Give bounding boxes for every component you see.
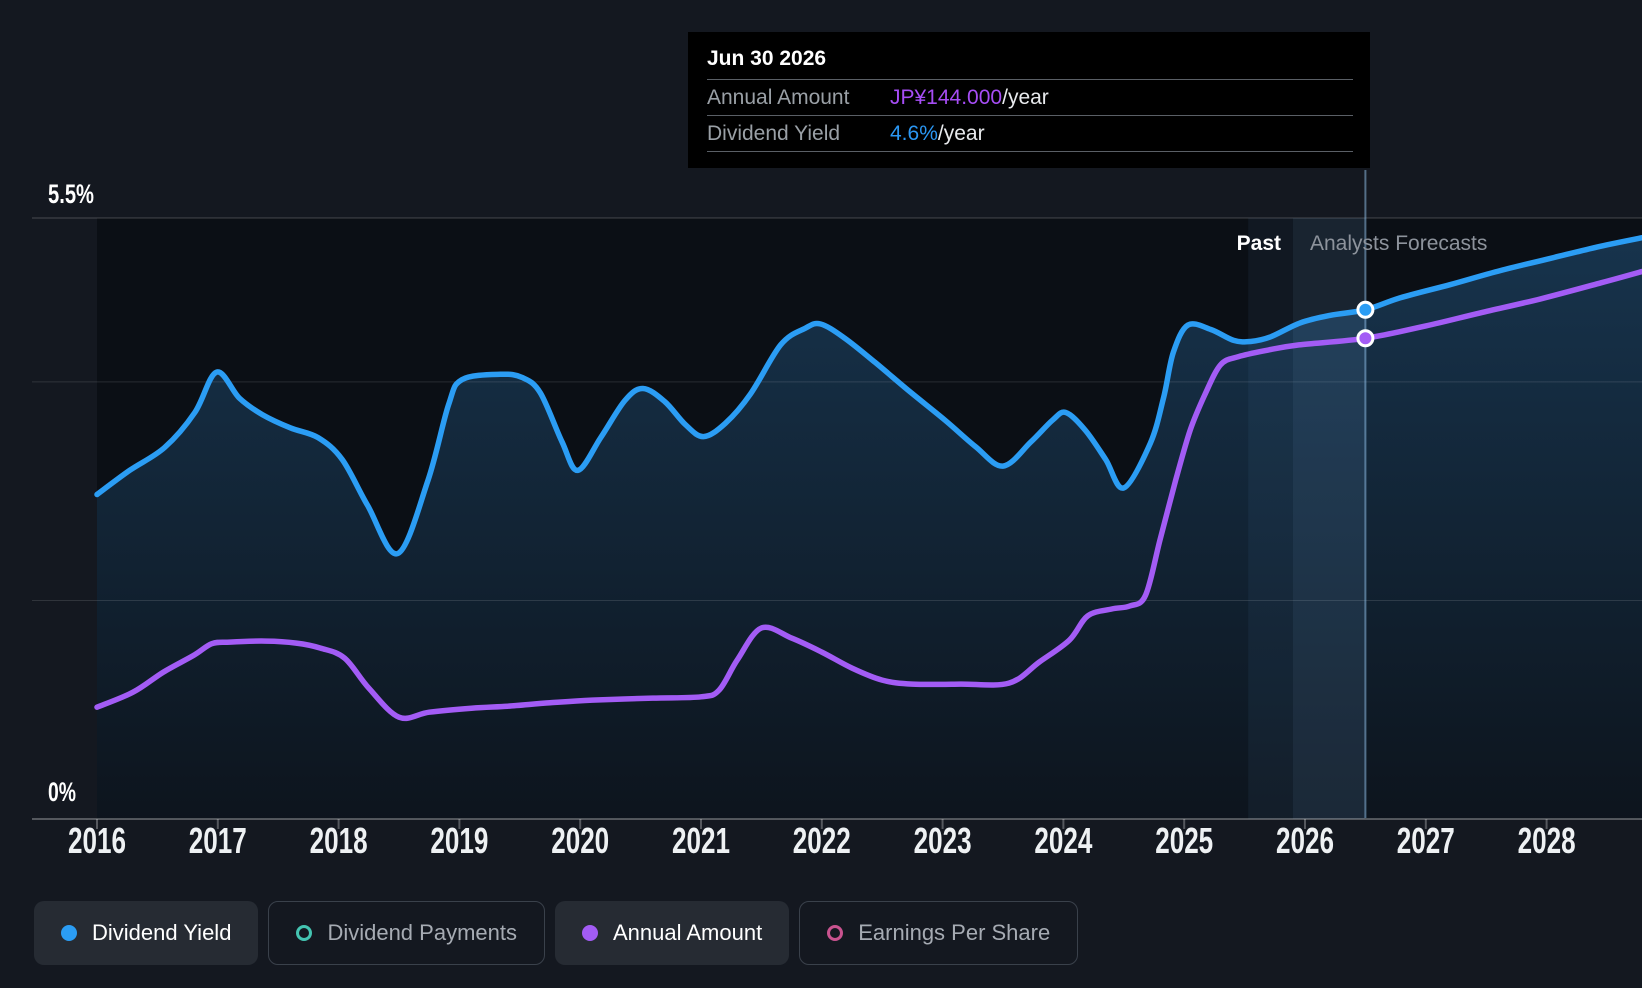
tooltip-content: Jun 30 2026 Annual Amount JP¥144.000 /ye… bbox=[707, 32, 1353, 152]
y-axis-label-min: 0% bbox=[48, 777, 76, 807]
legend-label: Annual Amount bbox=[612, 920, 763, 945]
x-axis-label-2021: 2021 bbox=[672, 820, 730, 861]
y-axis-label-max: 5.5% bbox=[48, 179, 94, 209]
dividend-yield-marker-dot[interactable] bbox=[1356, 300, 1375, 319]
tooltip-row-dividend-yield: Dividend Yield 4.6% /year bbox=[707, 116, 1353, 152]
x-axis-label-2026: 2026 bbox=[1276, 820, 1334, 861]
tooltip-row-annual-amount: Annual Amount JP¥144.000 /year bbox=[707, 80, 1353, 116]
x-axis-label-2019: 2019 bbox=[430, 820, 488, 861]
x-axis-label-2016: 2016 bbox=[68, 820, 126, 861]
x-axis-label-2028: 2028 bbox=[1518, 820, 1576, 861]
analysts-forecasts-label: Analysts Forecasts bbox=[1310, 232, 1487, 255]
legend-chip-dividend-payments[interactable]: Dividend Payments bbox=[268, 901, 545, 965]
legend-chip-earnings-per-share[interactable]: Earnings Per Share bbox=[799, 901, 1079, 965]
legend-chip-annual-amount[interactable]: Annual Amount bbox=[554, 901, 790, 965]
annual-amount-marker-dot[interactable] bbox=[1356, 329, 1375, 348]
forecast-band-highlight bbox=[1292, 218, 1366, 819]
annual-amount-dot-icon bbox=[581, 925, 598, 941]
dividend-chart-page: 2016 2017 2018 2019 2020 2021 2022 2023 2024 2025… bbox=[0, 0, 1642, 988]
tooltip-suffix: /year bbox=[937, 121, 985, 145]
x-axis-label-2024: 2024 bbox=[1034, 820, 1092, 861]
legend-label: Dividend Yield bbox=[92, 920, 232, 945]
past-label: Past bbox=[1237, 232, 1281, 255]
forecast-band-fade bbox=[1248, 218, 1293, 819]
x-axis-label-2027: 2027 bbox=[1397, 820, 1455, 861]
legend-label: Earnings Per Share bbox=[858, 920, 1051, 945]
x-axis-label-2025: 2025 bbox=[1155, 820, 1213, 861]
tooltip-suffix: /year bbox=[1002, 85, 1049, 109]
chart-tooltip: Jun 30 2026 Annual Amount JP¥144.000 /ye… bbox=[688, 32, 1370, 168]
x-axis-label-2023: 2023 bbox=[914, 820, 972, 861]
chart-legend: Dividend Yield Dividend Payments Annual … bbox=[34, 901, 1079, 965]
tooltip-label: Dividend Yield bbox=[707, 121, 841, 145]
dividend-payments-ring-icon bbox=[296, 925, 313, 941]
earnings-per-share-ring-icon bbox=[827, 925, 844, 941]
tooltip-value-annual-amount: JP¥144.000 bbox=[890, 85, 1003, 109]
x-axis-label-2018: 2018 bbox=[310, 820, 368, 861]
legend-label: Dividend Payments bbox=[327, 920, 517, 945]
dividend-yield-dot-icon bbox=[61, 925, 77, 941]
tooltip-date: Jun 30 2026 bbox=[707, 32, 1353, 80]
tooltip-label: Annual Amount bbox=[707, 85, 850, 109]
legend-chip-dividend-yield[interactable]: Dividend Yield bbox=[34, 901, 259, 965]
x-axis-label-2020: 2020 bbox=[551, 820, 609, 861]
x-axis-label-2017: 2017 bbox=[189, 820, 247, 861]
tooltip-value-dividend-yield: 4.6% bbox=[890, 121, 938, 145]
x-axis-label-2022: 2022 bbox=[793, 820, 851, 861]
